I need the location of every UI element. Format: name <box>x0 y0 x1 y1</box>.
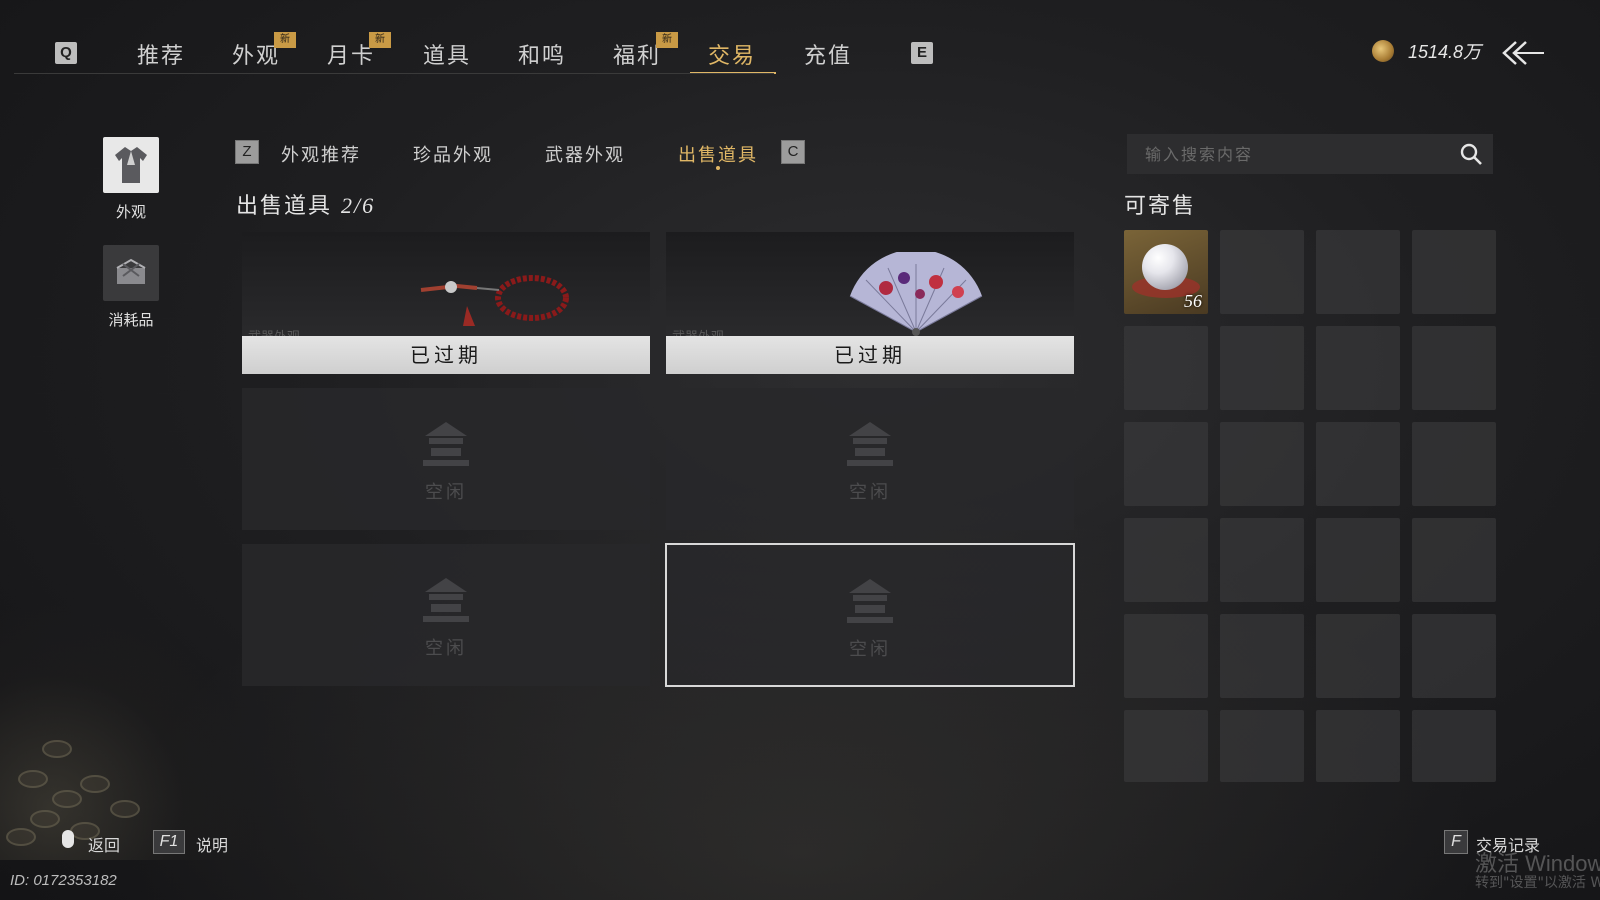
robe-icon <box>103 137 159 193</box>
subnav-prev-key[interactable]: Z <box>235 140 259 164</box>
subtab-rare-appearance[interactable]: 珍品外观 <box>413 141 493 167</box>
maple-fan-image <box>849 252 983 336</box>
slot-status-empty: 空闲 <box>425 482 467 503</box>
new-badge: 新 <box>369 32 391 48</box>
currency-value: 1514.8万 <box>1408 42 1482 62</box>
sale-slot-empty[interactable]: 空闲 <box>242 544 650 686</box>
sellable-slot-empty[interactable] <box>1220 614 1304 698</box>
active-subtab-indicator <box>716 166 720 170</box>
player-id: ID: 0172353182 <box>10 872 117 889</box>
sidebar-item-consumables[interactable]: 消耗品 <box>103 245 159 330</box>
sellable-slot-empty[interactable] <box>1412 326 1496 410</box>
sellable-slot-empty[interactable] <box>1316 326 1400 410</box>
slot-status-empty: 空闲 <box>849 482 891 503</box>
sale-slot-empty[interactable]: 空闲 <box>666 388 1074 530</box>
slot-status-expired: 已过期 <box>666 336 1074 374</box>
tab-appearance[interactable]: 外观 <box>232 38 280 70</box>
tab-monthly-card[interactable]: 月卡 <box>327 38 375 70</box>
package-icon <box>103 245 159 301</box>
prayer-beads-image <box>420 275 569 326</box>
sidebar-item-appearance[interactable]: 外观 <box>103 137 159 222</box>
sale-slot-empty-selected[interactable]: 空闲 <box>665 543 1075 687</box>
sellable-slot-empty[interactable] <box>1124 422 1208 506</box>
sale-slot-expired[interactable]: 武器外观 已过期 <box>666 232 1074 374</box>
tab-recommend[interactable]: 推荐 <box>137 38 185 70</box>
sellable-slot-empty[interactable] <box>1412 230 1496 314</box>
search-input[interactable] <box>1127 134 1447 174</box>
subtab-appearance-recommend[interactable]: 外观推荐 <box>281 141 361 167</box>
tab-items[interactable]: 道具 <box>423 38 471 70</box>
help-hint-label[interactable]: 说明 <box>196 832 228 856</box>
sellable-slot-empty[interactable] <box>1220 326 1304 410</box>
sellable-slot-empty[interactable] <box>1412 614 1496 698</box>
back-arrow-icon[interactable] <box>1500 38 1546 68</box>
sale-slot-empty[interactable]: 空闲 <box>242 388 650 530</box>
subnav-next-key[interactable]: C <box>781 140 805 164</box>
sidebar-item-label: 外观 <box>115 203 146 221</box>
sellable-slot-empty[interactable] <box>1124 614 1208 698</box>
slot-status-empty: 空闲 <box>425 638 467 659</box>
tab-harmony[interactable]: 和鸣 <box>518 38 566 70</box>
sellable-slot-empty[interactable] <box>1412 518 1496 602</box>
help-key[interactable]: F1 <box>153 830 185 854</box>
section-title-label: 出售道具 <box>236 194 333 219</box>
subtab-sell-items[interactable]: 出售道具 <box>678 141 758 167</box>
slot-status-empty: 空闲 <box>849 639 891 660</box>
sellable-slot-empty[interactable] <box>1316 422 1400 506</box>
sidebar-item-label: 消耗品 <box>108 311 154 329</box>
sellable-slot-empty[interactable] <box>1316 230 1400 314</box>
new-badge: 新 <box>656 32 678 48</box>
new-badge: 新 <box>274 32 296 48</box>
sellable-slot-empty[interactable] <box>1412 710 1496 782</box>
sale-count: 2/6 <box>341 193 376 218</box>
sellable-slot-empty[interactable] <box>1220 518 1304 602</box>
sale-slot-expired[interactable]: 武器外观 已过期 <box>242 232 650 374</box>
sellable-slot-empty[interactable] <box>1412 422 1496 506</box>
sellable-slot-empty[interactable] <box>1220 230 1304 314</box>
nav-prev-key[interactable]: Q <box>55 42 77 64</box>
background-coins <box>0 600 260 860</box>
sellable-item-pearl[interactable]: 56 <box>1124 230 1208 314</box>
sellable-slot-empty[interactable] <box>1124 518 1208 602</box>
tab-trade[interactable]: 交易 <box>708 38 756 70</box>
subtab-weapon-appearance[interactable]: 武器外观 <box>545 141 625 167</box>
stall-icon <box>847 579 893 623</box>
slot-status-expired: 已过期 <box>242 336 650 374</box>
sellable-slot-empty[interactable] <box>1220 710 1304 782</box>
search-box <box>1127 134 1493 174</box>
sellable-slot-empty[interactable] <box>1316 710 1400 782</box>
search-icon[interactable] <box>1459 142 1483 166</box>
windows-watermark-sub: 转到"设置"以激活 W <box>1475 875 1600 891</box>
stall-icon <box>423 422 469 466</box>
sellable-slot-empty[interactable] <box>1220 422 1304 506</box>
pearl-icon <box>1142 244 1188 290</box>
nav-next-key[interactable]: E <box>911 42 933 64</box>
section-title: 出售道具 2/6 <box>236 188 375 220</box>
stall-icon <box>847 422 893 466</box>
sellable-slot-empty[interactable] <box>1124 326 1208 410</box>
trade-record-key[interactable]: F <box>1444 830 1468 854</box>
sellable-title: 可寄售 <box>1124 194 1197 219</box>
mouse-icon[interactable] <box>62 830 74 848</box>
coin-icon <box>1372 40 1394 62</box>
sellable-slot-empty[interactable] <box>1316 614 1400 698</box>
item-quantity: 56 <box>1184 291 1202 311</box>
back-hint-label[interactable]: 返回 <box>88 832 120 856</box>
sellable-slot-empty[interactable] <box>1316 518 1400 602</box>
nav-divider <box>14 73 774 74</box>
stall-icon <box>423 578 469 622</box>
sellable-slot-empty[interactable] <box>1124 710 1208 782</box>
tab-recharge[interactable]: 充值 <box>804 38 852 70</box>
tab-welfare[interactable]: 福利 <box>613 38 661 70</box>
